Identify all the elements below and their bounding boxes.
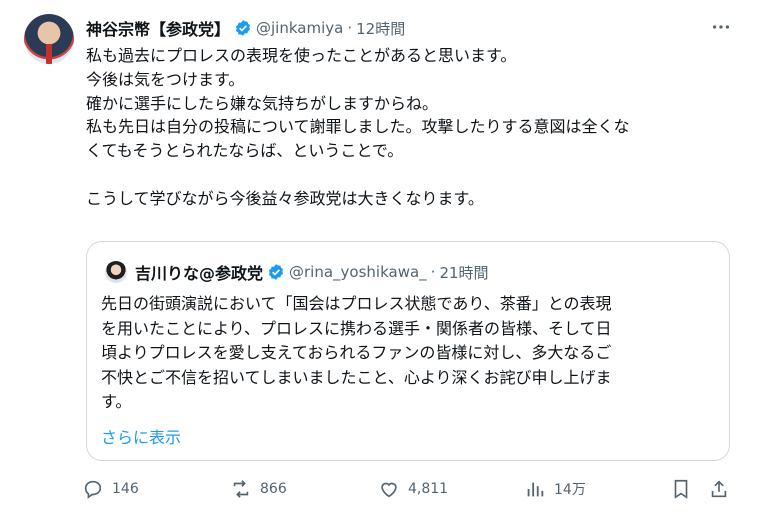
separator-dot: · bbox=[347, 19, 353, 37]
tweet-line: 今後は気をつけます。 bbox=[86, 69, 245, 89]
verified-badge-icon bbox=[235, 20, 251, 36]
tweet-body: 私も過去にプロレスの表現を使ったことがあると思います。 今後は気をつけます。 確… bbox=[86, 44, 736, 211]
repost-icon bbox=[233, 480, 249, 498]
like-count: 4,811 bbox=[408, 481, 449, 497]
tweet-line: 私も過去にプロレスの表現を使ったことがあると思います。 bbox=[86, 46, 517, 65]
quote-author-handle: @rina_yoshikawa_ bbox=[289, 263, 427, 281]
tweet-line: くてもそうとられたならば、ということで。 bbox=[86, 141, 404, 161]
quote-body: 先日の街頭演説において「国会はプロレス状態であり、茶番」との表現 を用いたことに… bbox=[101, 292, 715, 415]
tweet-line: こうして学びながら今後益々参政党は大きくなります。 bbox=[86, 188, 484, 208]
repost-count: 866 bbox=[260, 481, 287, 497]
author-name[interactable]: 神谷宗幣【参政党】 bbox=[86, 16, 230, 40]
show-more-link[interactable]: さらに表示 bbox=[101, 424, 181, 448]
tweet-line: 確かに選手にしたら嫌な気持ちがしますからね。 bbox=[86, 93, 439, 113]
reply-count: 146 bbox=[112, 481, 139, 497]
quote-line: 頃よりプロレスを愛し支えておられるファンの皆様に対し、多大なるご bbox=[101, 343, 612, 362]
bookmark-button[interactable] bbox=[670, 478, 700, 500]
views-count: 14万 bbox=[554, 482, 586, 498]
more-options-icon[interactable] bbox=[710, 16, 732, 43]
share-icon bbox=[711, 480, 727, 498]
views-button[interactable]: 14万 bbox=[524, 478, 586, 500]
bookmark-icon bbox=[674, 479, 688, 499]
tweet-line: 私も先日は自分の投稿について謝罪しました。攻撃したりする意図は全くな bbox=[86, 117, 630, 137]
quote-line: 先日の街頭演説において「国会はプロレス状態であり、茶番」との表現 bbox=[101, 294, 612, 313]
reply-icon bbox=[84, 480, 102, 499]
quote-time: 21時間 bbox=[439, 263, 489, 282]
separator-dot: · bbox=[430, 263, 436, 281]
post-time[interactable]: 12時間 bbox=[356, 18, 405, 39]
author-avatar[interactable] bbox=[24, 14, 74, 64]
quote-author-avatar bbox=[105, 261, 127, 283]
reply-button[interactable]: 146 bbox=[82, 478, 139, 500]
quote-line: す。 bbox=[101, 392, 132, 411]
like-icon bbox=[381, 482, 397, 498]
tweet-header: 神谷宗幣【参政党】 @jinkamiya · 12時間 bbox=[86, 16, 405, 40]
quote-header: 吉川りな@参政党 @rina_yoshikawa_ · 21時間 bbox=[135, 260, 489, 284]
quote-author-name: 吉川りな@参政党 bbox=[135, 264, 264, 283]
repost-button[interactable]: 866 bbox=[230, 478, 287, 500]
verified-badge-icon bbox=[268, 264, 284, 280]
quote-line: 不快とご不信を招いてしまいましたこと、心より深くお詫び申し上げま bbox=[101, 367, 612, 387]
like-button[interactable]: 4,811 bbox=[378, 478, 448, 500]
views-icon bbox=[527, 482, 544, 497]
action-bar: 146 866 4,811 14万 bbox=[82, 478, 732, 502]
share-button[interactable] bbox=[708, 478, 738, 500]
quoted-tweet[interactable]: 吉川りな@参政党 @rina_yoshikawa_ · 21時間 先日の街頭演説… bbox=[86, 241, 730, 461]
author-handle[interactable]: @jinkamiya bbox=[256, 19, 343, 37]
quote-line: を用いたことにより、プロレスに携わる選手・関係者の皆様、そして日 bbox=[101, 318, 612, 338]
tweet-line bbox=[86, 163, 736, 187]
